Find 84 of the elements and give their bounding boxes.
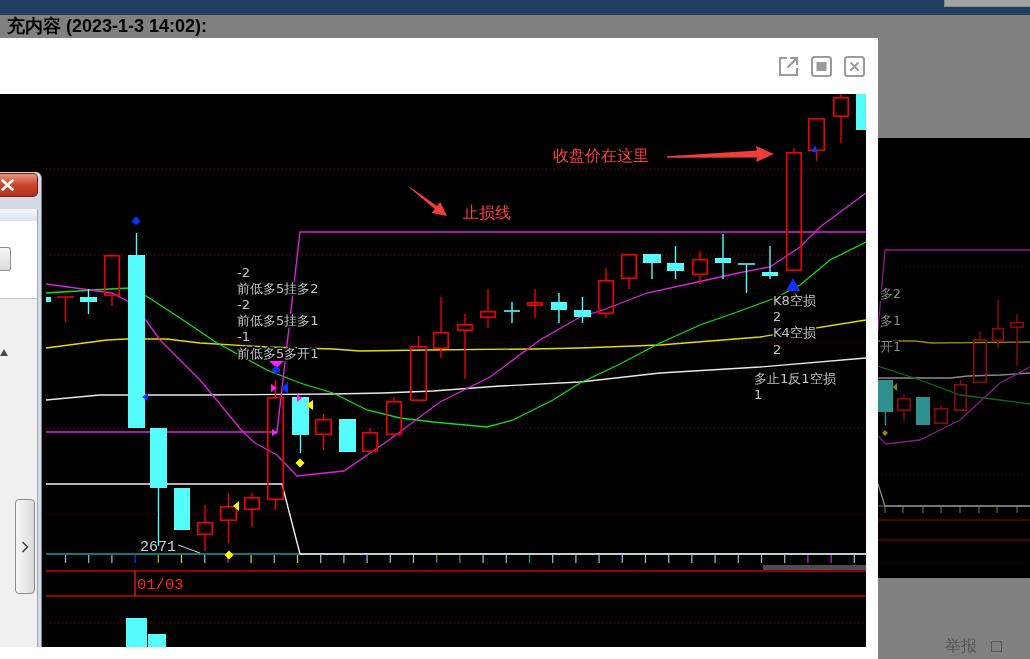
diamond-marker-icon — [131, 216, 141, 226]
candlestick — [973, 330, 987, 383]
candlestick — [220, 492, 237, 544]
post-heading: 充内容 (2023-1-3 14:02): — [7, 15, 208, 37]
candlestick — [292, 397, 309, 454]
price-label: 2671 — [140, 539, 176, 557]
triangle-marker-icon — [271, 384, 277, 392]
candlestick — [527, 288, 543, 319]
triangle-marker-icon — [272, 429, 278, 436]
candlestick — [46, 297, 51, 302]
candlestick — [897, 393, 911, 422]
candlestick — [104, 255, 120, 307]
candlestick — [878, 380, 893, 426]
chart-label: 多1 — [880, 312, 901, 328]
candlestick — [503, 301, 521, 324]
candlestick — [808, 118, 825, 162]
chart-label: 开1 — [880, 338, 901, 354]
candlestick — [856, 94, 866, 130]
candlestick — [410, 335, 427, 401]
candlestick — [457, 313, 473, 380]
candlestick — [244, 492, 260, 528]
maximize-icon[interactable] — [811, 55, 832, 77]
date-label: 01/03 — [137, 575, 184, 594]
candlestick — [598, 267, 614, 319]
candlestick — [386, 396, 402, 435]
window-close-button[interactable] — [0, 173, 38, 197]
candlestick — [833, 94, 849, 144]
candlestick — [934, 404, 948, 424]
signal-label: -1 — [237, 329, 250, 345]
signal-label: 多止1反1空损 — [754, 370, 836, 386]
candlestick — [667, 245, 684, 280]
candlestick — [551, 292, 567, 324]
signal-label: -2 — [237, 264, 250, 280]
diamond-marker-icon — [224, 550, 234, 560]
signal-label: K8空损 — [773, 292, 816, 308]
signal-label: -2 — [237, 297, 250, 313]
annotation-text: 收盘价在这里 — [553, 146, 649, 165]
candlestick — [362, 427, 378, 452]
dialog-button[interactable] — [0, 247, 11, 271]
candlestick — [315, 413, 332, 451]
candlestick — [954, 379, 967, 411]
triangle-marker-icon — [812, 145, 818, 152]
candlestick — [737, 263, 756, 294]
candlestick — [643, 254, 661, 280]
diamond-marker-icon — [295, 458, 305, 468]
candlestick — [480, 288, 496, 329]
signal-label: 1 — [754, 386, 763, 402]
candlestick — [574, 296, 591, 324]
chevron-right-icon — [21, 540, 29, 553]
close-icon[interactable] — [844, 55, 865, 77]
candlestick — [56, 296, 75, 323]
candlestick — [197, 504, 213, 552]
candlestick — [715, 233, 731, 280]
annotation-arrow — [409, 187, 447, 216]
candlestick — [174, 488, 190, 530]
candlestick — [621, 254, 637, 290]
candlestick — [433, 296, 449, 359]
triangle-marker-icon — [142, 393, 148, 401]
signal-label: 2 — [773, 309, 782, 324]
candlestick — [992, 299, 1004, 349]
candlestick — [692, 250, 708, 285]
scroll-arrow-icon — [0, 349, 8, 356]
diamond-marker-icon — [271, 365, 281, 375]
triangle-marker-icon — [233, 501, 239, 511]
leader-line — [177, 544, 201, 554]
candlestick — [1010, 313, 1024, 367]
expand-button[interactable] — [15, 499, 35, 594]
square-icon — [991, 640, 1002, 652]
triangle-marker-icon — [893, 383, 897, 391]
close-icon — [1, 179, 14, 191]
date-cursor-line — [134, 570, 136, 597]
dialog-header-bar — [0, 209, 37, 221]
external-link-icon[interactable] — [778, 55, 799, 77]
signal-label: 2 — [773, 341, 782, 357]
triangle-marker-icon — [297, 394, 302, 402]
triangle-marker-icon — [281, 382, 288, 394]
triangle-marker-icon — [306, 400, 313, 410]
candlestick — [916, 397, 930, 425]
candlestick — [339, 419, 356, 452]
candlestick — [762, 245, 778, 280]
candlestick — [80, 288, 97, 315]
annotation-text: 止损线 — [463, 203, 511, 222]
diamond-marker-icon — [882, 430, 888, 436]
triangle-marker-icon — [786, 278, 800, 291]
